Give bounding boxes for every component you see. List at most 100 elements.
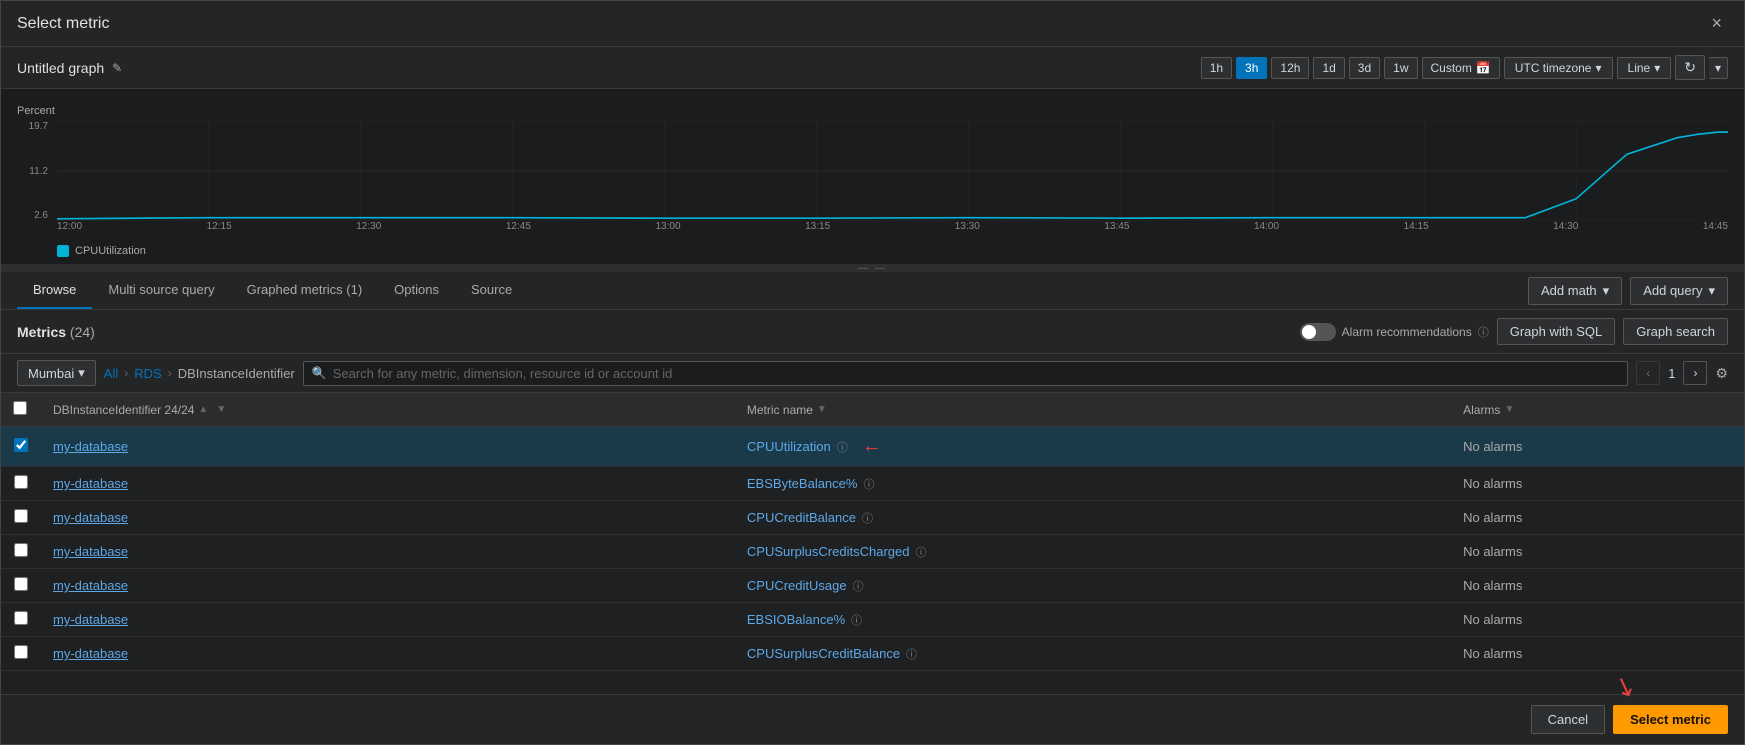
info-icon-7[interactable]: ⓘ: [906, 646, 917, 662]
table-row: my-database EBSIOBalance% ⓘ No alarm: [1, 603, 1744, 637]
resize-handle[interactable]: — —: [1, 264, 1744, 272]
tab-options[interactable]: Options: [378, 272, 455, 309]
footer-container: ↘ Cancel Select metric: [1, 694, 1744, 744]
alarm-recommendations-toggle: Alarm recommendations ⓘ: [1300, 323, 1489, 341]
metric-link-4[interactable]: CPUSurplusCreditsCharged: [747, 544, 910, 559]
row-metric-3: CPUCreditBalance ⓘ: [735, 501, 1451, 535]
row-checkbox-7[interactable]: [14, 645, 28, 659]
time-12h-button[interactable]: 12h: [1271, 57, 1309, 79]
db-link-6[interactable]: my-database: [53, 612, 128, 627]
breadcrumb-all[interactable]: All: [104, 366, 118, 381]
metric-link-6[interactable]: EBSIOBalance%: [747, 612, 845, 627]
alarms-text-4: No alarms: [1463, 544, 1522, 559]
time-3h-button[interactable]: 3h: [1236, 57, 1267, 79]
metric-link-1[interactable]: CPUUtilization: [747, 439, 831, 454]
select-metric-button[interactable]: Select metric: [1613, 705, 1728, 734]
red-arrow-annotation: ←: [862, 435, 882, 458]
row-db-1: my-database: [41, 427, 735, 467]
metric-link-7[interactable]: CPUSurplusCreditBalance: [747, 646, 900, 661]
edit-icon[interactable]: ✎: [112, 61, 122, 75]
metrics-toolbar-right: Alarm recommendations ⓘ Graph with SQL G…: [1300, 318, 1728, 345]
row-metric-5: CPUCreditUsage ⓘ: [735, 569, 1451, 603]
time-1d-button[interactable]: 1d: [1313, 57, 1344, 79]
close-button[interactable]: ×: [1705, 11, 1728, 36]
row-alarms-1: No alarms: [1451, 427, 1744, 467]
th-alarms: Alarms ▼: [1451, 393, 1744, 427]
filter-icon-db[interactable]: ▼: [216, 404, 226, 415]
metric-link-3[interactable]: CPUCreditBalance: [747, 510, 856, 525]
modal-footer: Cancel Select metric: [1, 694, 1744, 744]
legend-dot: [57, 245, 69, 257]
tab-graphed-metrics[interactable]: Graphed metrics (1): [231, 272, 379, 309]
time-1h-button[interactable]: 1h: [1201, 57, 1232, 79]
next-page-button[interactable]: ›: [1683, 361, 1707, 385]
graph-title-bar: Untitled graph ✎ 1h 3h 12h 1d 3d 1w Cust…: [1, 47, 1744, 89]
info-icon-1[interactable]: ⓘ: [837, 439, 848, 455]
info-icon-toggle: ⓘ: [1478, 324, 1489, 340]
add-math-label: Add math: [1541, 283, 1597, 298]
cancel-button[interactable]: Cancel: [1531, 705, 1605, 734]
metric-link-5[interactable]: CPUCreditUsage: [747, 578, 847, 593]
metric-link-2[interactable]: EBSByteBalance%: [747, 476, 858, 491]
db-link-5[interactable]: my-database: [53, 578, 128, 593]
search-input[interactable]: [333, 366, 1619, 381]
region-button[interactable]: Mumbai ▾: [17, 360, 96, 386]
row-checkbox-3[interactable]: [14, 509, 28, 523]
info-icon-5[interactable]: ⓘ: [853, 578, 864, 594]
x-tick-10: 14:30: [1553, 221, 1578, 241]
row-alarms-3: No alarms: [1451, 501, 1744, 535]
chart-y-label: Percent: [17, 105, 1728, 117]
row-alarms-4: No alarms: [1451, 535, 1744, 569]
table-settings-button[interactable]: ⚙: [1715, 365, 1728, 382]
info-icon-3[interactable]: ⓘ: [862, 510, 873, 526]
db-link-3[interactable]: my-database: [53, 510, 128, 525]
alarms-text-2: No alarms: [1463, 476, 1522, 491]
line-label: Line: [1628, 61, 1651, 75]
row-alarms-6: No alarms: [1451, 603, 1744, 637]
sort-icon-metric[interactable]: ▼: [817, 404, 827, 415]
graph-search-button[interactable]: Graph search: [1623, 318, 1728, 345]
table-row: my-database CPUSurplusCreditsCharged ⓘ: [1, 535, 1744, 569]
row-db-4: my-database: [41, 535, 735, 569]
breadcrumb-rds[interactable]: RDS: [134, 366, 161, 381]
tab-source[interactable]: Source: [455, 272, 528, 309]
sort-icon-db[interactable]: ▲: [198, 404, 208, 415]
add-math-button[interactable]: Add math ▾: [1528, 277, 1622, 305]
info-icon-2[interactable]: ⓘ: [863, 476, 874, 492]
row-checkbox-5[interactable]: [14, 577, 28, 591]
th-alarms-label: Alarms: [1463, 403, 1500, 417]
db-link-7[interactable]: my-database: [53, 646, 128, 661]
row-db-2: my-database: [41, 467, 735, 501]
info-icon-6[interactable]: ⓘ: [851, 612, 862, 628]
db-link-1[interactable]: my-database: [53, 439, 128, 454]
chart-type-button[interactable]: Line ▾: [1617, 57, 1672, 79]
row-checkbox-4[interactable]: [14, 543, 28, 557]
time-3d-button[interactable]: 3d: [1349, 57, 1380, 79]
db-link-4[interactable]: my-database: [53, 544, 128, 559]
time-1w-button[interactable]: 1w: [1384, 57, 1417, 79]
custom-time-button[interactable]: Custom 📅: [1422, 57, 1500, 79]
row-checkbox-6[interactable]: [14, 611, 28, 625]
row-alarms-7: No alarms: [1451, 637, 1744, 671]
row-checkbox-1[interactable]: [14, 438, 28, 452]
graph-with-sql-button[interactable]: Graph with SQL: [1497, 318, 1616, 345]
row-checkbox-2[interactable]: [14, 475, 28, 489]
metrics-toolbar: Metrics (24) Alarm recommendations ⓘ Gra…: [1, 310, 1744, 354]
refresh-dropdown-button[interactable]: ▾: [1709, 57, 1728, 79]
toggle-track[interactable]: [1300, 323, 1336, 341]
refresh-button[interactable]: ↻: [1675, 55, 1705, 80]
filter-icon-alarms[interactable]: ▼: [1504, 404, 1514, 415]
chart-y-axis: 19.7 11.2 2.6: [17, 121, 52, 221]
row-checkbox-cell-2: [1, 467, 41, 501]
prev-page-button[interactable]: ‹: [1636, 361, 1660, 385]
breadcrumb-current: DBInstanceIdentifier: [178, 366, 295, 381]
add-query-button[interactable]: Add query ▾: [1630, 277, 1728, 305]
tab-multi-source[interactable]: Multi source query: [92, 272, 230, 309]
table-scroll-area: DBInstanceIdentifier 24/24 ▲ ▼ Metric na…: [1, 393, 1744, 694]
tab-browse[interactable]: Browse: [17, 272, 92, 309]
info-icon-4[interactable]: ⓘ: [915, 544, 926, 560]
select-all-checkbox[interactable]: [13, 401, 27, 415]
pagination: ‹ 1 ›: [1636, 361, 1707, 385]
timezone-button[interactable]: UTC timezone ▾: [1504, 57, 1613, 79]
db-link-2[interactable]: my-database: [53, 476, 128, 491]
